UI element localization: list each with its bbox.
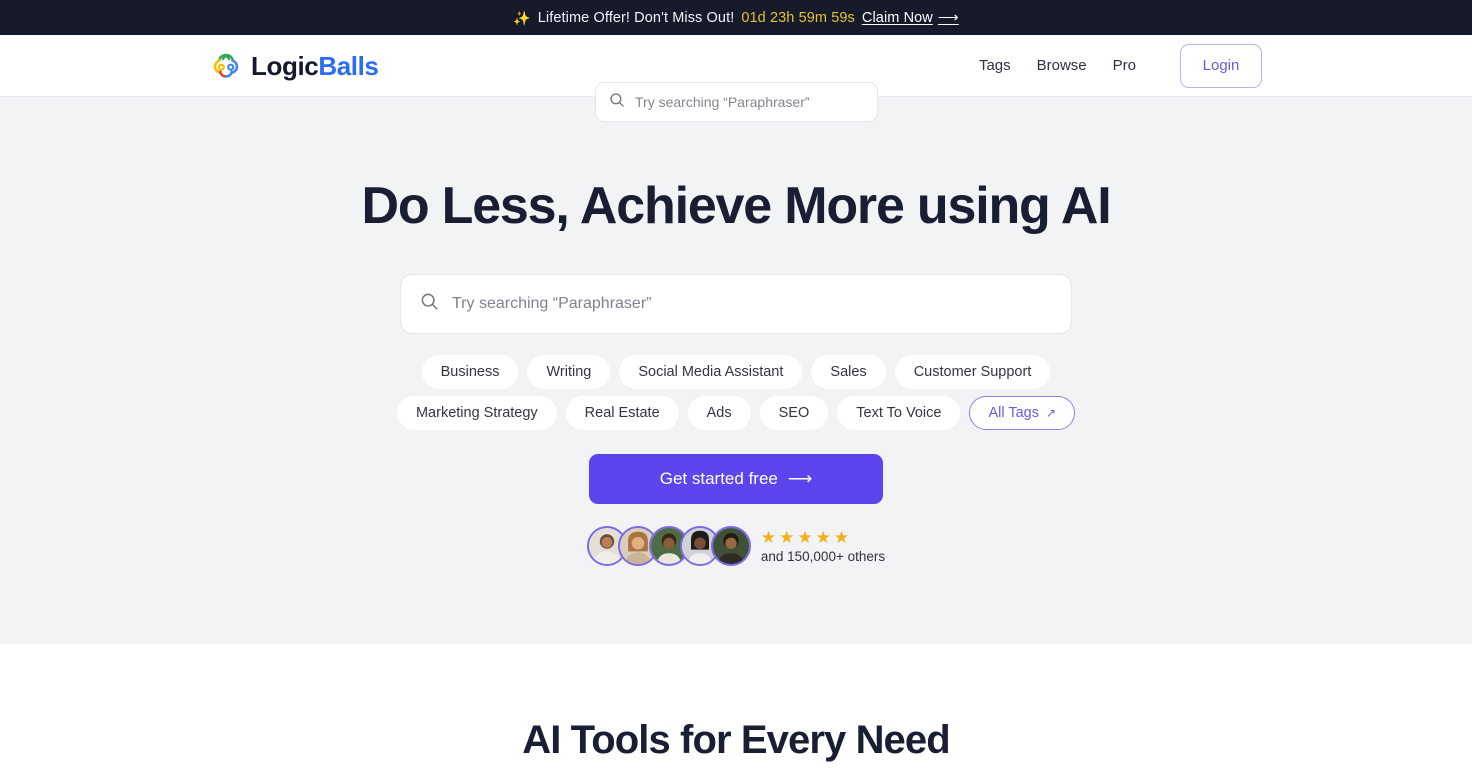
header-search[interactable] xyxy=(595,82,878,122)
tag-pill-real-estate[interactable]: Real Estate xyxy=(565,396,679,431)
star-icon: ★ xyxy=(797,527,813,547)
tag-filters: Business Writing Social Media Assistant … xyxy=(386,355,1086,431)
search-icon xyxy=(420,292,439,316)
site-header: LogicBalls Tags Browse Pro Login xyxy=(0,35,1472,122)
arrow-up-right-icon: ↗ xyxy=(1045,406,1057,421)
nav-item-pro[interactable]: Pro xyxy=(1113,57,1136,74)
hero-search-input[interactable] xyxy=(452,295,1052,314)
brand-name: LogicBalls xyxy=(251,53,379,79)
tag-pill-customer-support[interactable]: Customer Support xyxy=(894,355,1051,390)
star-rating: ★ ★ ★ ★ ★ xyxy=(761,529,885,546)
page-title: Do Less, Achieve More using AI xyxy=(361,177,1111,235)
tag-pill-seo[interactable]: SEO xyxy=(759,396,829,431)
arrow-right-icon: ⟶ xyxy=(937,9,959,26)
cta-label: Get started free xyxy=(659,469,778,489)
tag-pill-sales[interactable]: Sales xyxy=(811,355,886,390)
sparkle-icon: ✨ xyxy=(513,9,531,26)
star-icon: ★ xyxy=(779,527,795,547)
avatar-stack xyxy=(586,526,751,567)
tag-pill-marketing-strategy[interactable]: Marketing Strategy xyxy=(396,396,557,431)
social-proof-text: and 150,000+ others xyxy=(760,548,886,564)
nav-item-browse[interactable]: Browse xyxy=(1037,57,1087,74)
tag-pill-business[interactable]: Business xyxy=(421,355,519,390)
tag-pill-ads[interactable]: Ads xyxy=(687,396,751,431)
avatar xyxy=(710,526,751,567)
hero-section: Do Less, Achieve More using AI Business … xyxy=(0,97,1472,644)
promo-banner-text: Lifetime Offer! Don't Miss Out! xyxy=(537,9,735,26)
section-title: AI Tools for Every Need xyxy=(522,718,950,762)
nav-item-tags[interactable]: Tags xyxy=(979,57,1011,74)
star-icon: ★ xyxy=(833,527,850,547)
tag-pill-social-media-assistant[interactable]: Social Media Assistant xyxy=(619,355,803,390)
star-icon: ★ xyxy=(760,527,777,547)
logicballs-mark-icon xyxy=(210,50,242,82)
brand-logo[interactable]: LogicBalls xyxy=(210,50,379,82)
ai-tools-section: AI Tools for Every Need xyxy=(0,644,1472,768)
social-proof: ★ ★ ★ ★ ★ and 150,000+ others xyxy=(586,526,885,567)
search-icon xyxy=(609,92,625,113)
hero-search[interactable] xyxy=(400,274,1072,335)
get-started-free-button[interactable]: Get started free ⟶ xyxy=(589,454,883,505)
tag-row-2: Marketing Strategy Real Estate Ads SEO T… xyxy=(396,396,1076,431)
star-icon: ★ xyxy=(815,527,831,547)
countdown-timer: 01d 23h 59m 59s xyxy=(741,9,855,26)
all-tags-label: All Tags xyxy=(988,405,1039,422)
claim-now-link[interactable]: Claim Now ⟶ xyxy=(862,10,959,26)
rating-block: ★ ★ ★ ★ ★ and 150,000+ others xyxy=(761,529,885,564)
header-search-input[interactable] xyxy=(635,94,864,110)
tag-pill-text-to-voice[interactable]: Text To Voice xyxy=(837,396,961,431)
brand-name-primary: Logic xyxy=(251,50,319,81)
login-button[interactable]: Login xyxy=(1180,43,1262,88)
tag-pill-writing[interactable]: Writing xyxy=(527,355,611,390)
arrow-right-icon: ⟶ xyxy=(787,469,813,489)
tag-row-1: Business Writing Social Media Assistant … xyxy=(421,355,1051,390)
brand-name-accent: Balls xyxy=(318,50,379,81)
all-tags-button[interactable]: All Tags ↗ xyxy=(969,396,1076,431)
claim-now-label: Claim Now xyxy=(861,9,933,26)
promo-banner: ✨ Lifetime Offer! Don't Miss Out! 01d 23… xyxy=(0,0,1472,35)
header-nav: Tags Browse Pro Login xyxy=(979,43,1262,88)
